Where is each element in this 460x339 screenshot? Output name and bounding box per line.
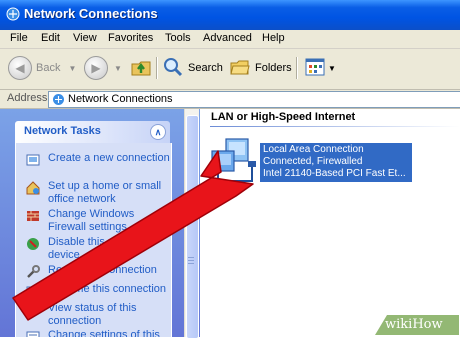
- forward-button[interactable]: ▶ ▼: [84, 55, 122, 81]
- connection-device: Intel 21140-Based PCI Fast Et...: [263, 168, 406, 179]
- home-network-icon: [26, 181, 40, 195]
- network-connections-icon: [6, 7, 20, 24]
- new-connection-icon: [26, 153, 40, 167]
- forward-dropdown-icon[interactable]: ▼: [114, 64, 122, 73]
- toolbar-separator: [296, 57, 298, 79]
- lan-connection-icon[interactable]: [208, 137, 258, 190]
- menu-view[interactable]: View: [73, 32, 97, 44]
- disable-device-icon: [26, 237, 40, 251]
- title-bar[interactable]: Network Connections: [0, 0, 460, 30]
- address-bar: Address Network Connections: [0, 90, 460, 109]
- back-dropdown-icon[interactable]: ▼: [68, 64, 76, 73]
- menu-file[interactable]: File: [10, 32, 28, 44]
- connection-status: Connected, Firewalled: [263, 156, 363, 167]
- search-icon: [162, 56, 184, 81]
- group-divider: [210, 126, 460, 127]
- network-tasks-title: Network Tasks: [24, 125, 101, 137]
- task-label: Rename this connection: [48, 283, 167, 295]
- address-field[interactable]: Network Connections: [48, 91, 460, 108]
- task-pane-scrollbar[interactable]: [184, 109, 199, 339]
- search-label: Search: [188, 62, 223, 74]
- task-label: Disable this network device: [48, 236, 147, 261]
- back-button[interactable]: ◀ Back ▼: [8, 55, 76, 81]
- status-icon: [26, 303, 40, 317]
- network-connections-icon: [52, 93, 65, 109]
- menu-help[interactable]: Help: [262, 32, 285, 44]
- task-label: View status of this connection: [48, 302, 137, 327]
- up-folder-button[interactable]: [130, 55, 152, 81]
- menu-bar: File Edit View Favorites Tools Advanced …: [0, 30, 460, 49]
- scrollbar-thumb[interactable]: [186, 115, 199, 339]
- window-title: Network Connections: [24, 6, 158, 21]
- local-area-connection-item[interactable]: Local Area Connection Connected, Firewal…: [260, 143, 412, 182]
- firewall-icon: [26, 209, 40, 223]
- menu-tools[interactable]: Tools: [165, 32, 191, 44]
- toolbar: ◀ Back ▼ ▶ ▼ Search Folders ▼: [0, 49, 460, 90]
- address-label: Address: [7, 92, 48, 104]
- folders-label: Folders: [255, 62, 292, 74]
- group-title: LAN or High-Speed Internet: [211, 111, 356, 123]
- views-icon: [304, 56, 326, 81]
- wikihow-watermark: wikiHow: [375, 315, 459, 335]
- task-label: Create a new connection: [48, 152, 170, 164]
- views-dropdown-icon[interactable]: ▼: [328, 64, 336, 73]
- menu-edit[interactable]: Edit: [41, 32, 60, 44]
- address-value: Network Connections: [68, 93, 173, 105]
- settings-icon: [26, 330, 40, 337]
- rename-icon: [26, 284, 40, 298]
- task-label: Change settings of this: [48, 329, 160, 337]
- wikihow-logo-text: wikiHow: [385, 317, 443, 332]
- toolbar-separator: [156, 57, 158, 79]
- task-label: Repair this connection: [48, 264, 157, 276]
- task-label: Set up a home or small office network: [48, 180, 162, 205]
- forward-arrow-icon: ▶: [84, 56, 108, 80]
- folders-icon: [229, 56, 251, 81]
- task-pane: Network Tasks ∧ Create a new connection …: [0, 109, 200, 337]
- back-arrow-icon: ◀: [8, 56, 32, 80]
- network-tasks-list: Create a new connection Set up a home or…: [15, 143, 172, 337]
- search-button[interactable]: Search: [162, 55, 223, 81]
- task-label: Change Windows Firewall settings: [48, 208, 135, 233]
- menu-favorites[interactable]: Favorites: [108, 32, 153, 44]
- connection-name: Local Area Connection: [263, 144, 364, 155]
- views-button[interactable]: ▼: [304, 55, 336, 81]
- folders-button[interactable]: Folders: [229, 55, 292, 81]
- scrollbar-grip-icon: [188, 257, 194, 266]
- network-tasks-header[interactable]: Network Tasks ∧: [15, 121, 170, 143]
- repair-icon: [26, 265, 40, 279]
- menu-advanced[interactable]: Advanced: [203, 32, 252, 44]
- collapse-chevron-icon[interactable]: ∧: [150, 124, 166, 140]
- up-folder-icon: [130, 56, 152, 81]
- back-label: Back: [36, 62, 61, 74]
